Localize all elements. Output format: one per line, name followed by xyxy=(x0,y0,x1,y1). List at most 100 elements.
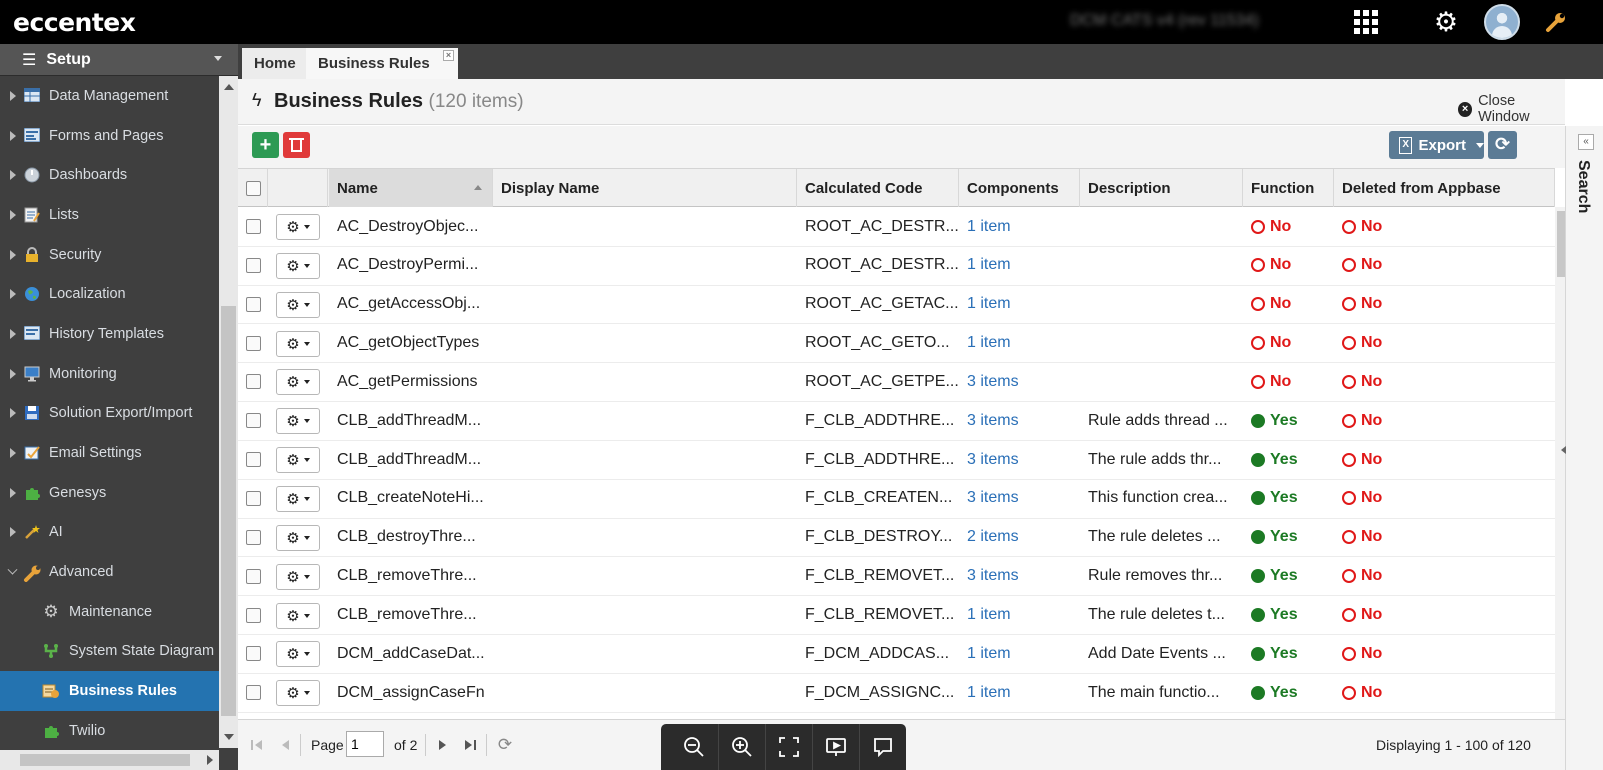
sidebar-item-lists[interactable]: Lists xyxy=(0,195,219,235)
row-checkbox[interactable] xyxy=(246,374,261,390)
cell-components-link[interactable]: 3 items xyxy=(959,401,1080,440)
expand-icon[interactable] xyxy=(10,130,16,141)
scroll-up-icon[interactable] xyxy=(224,84,234,90)
expand-icon[interactable] xyxy=(10,209,16,220)
delete-button[interactable] xyxy=(283,132,310,158)
row-checkbox[interactable] xyxy=(246,296,261,312)
collapse-arrow-icon[interactable] xyxy=(1561,446,1566,454)
row-actions-button[interactable]: ⚙ xyxy=(276,485,320,512)
row-checkbox[interactable] xyxy=(246,257,261,273)
avatar[interactable] xyxy=(1484,4,1520,40)
cell-components-link[interactable]: 1 item xyxy=(959,246,1080,285)
close-icon[interactable]: × xyxy=(443,50,454,61)
table-row[interactable]: ⚙ CLB_removeThre... F_CLB_REMOVET... 1 item… xyxy=(238,596,1555,636)
cell-components-link[interactable]: 3 items xyxy=(959,479,1080,518)
grid-icon[interactable] xyxy=(1352,8,1380,36)
cell-components-link[interactable]: 1 item xyxy=(959,285,1080,324)
sidebar-item-email-settings[interactable]: Email Settings xyxy=(0,433,219,473)
expand-icon[interactable] xyxy=(10,487,16,498)
sidebar-item-forms-and-pages[interactable]: Forms and Pages xyxy=(0,116,219,156)
table-row[interactable]: ⚙ CLB_addThreadM... F_CLB_ADDTHRE... 3 item… xyxy=(238,401,1555,441)
page-number-input[interactable] xyxy=(346,731,384,757)
sidebar-item-advanced[interactable]: Advanced xyxy=(0,552,219,592)
close-window-button[interactable]: × Close Window xyxy=(1458,93,1565,125)
sidebar-header[interactable]: ☰ Setup xyxy=(0,44,238,76)
row-checkbox[interactable] xyxy=(246,568,261,584)
expand-icon[interactable] xyxy=(10,408,16,419)
sidebar-item-dashboards[interactable]: Dashboards xyxy=(0,155,219,195)
row-actions-button[interactable]: ⚙ xyxy=(276,680,320,707)
row-actions-button[interactable]: ⚙ xyxy=(276,563,320,590)
cell-components-link[interactable]: 3 items xyxy=(959,440,1080,479)
zoom-in-icon[interactable] xyxy=(717,724,765,770)
expand-icon[interactable] xyxy=(10,170,16,181)
sidebar-item-twilio[interactable]: Twilio xyxy=(0,711,219,751)
sidebar-item-system-state-diagram[interactable]: System State Diagram xyxy=(0,632,219,672)
cell-components-link[interactable]: 3 items xyxy=(959,557,1080,596)
sidebar-item-security[interactable]: Security xyxy=(0,235,219,275)
sidebar-item-maintenance[interactable]: ⚙ Maintenance xyxy=(0,592,219,632)
row-actions-button[interactable]: ⚙ xyxy=(276,252,320,279)
sidebar-item-localization[interactable]: Localization xyxy=(0,274,219,314)
column-header-description[interactable]: Description xyxy=(1080,169,1243,207)
export-button[interactable]: X Export xyxy=(1389,131,1484,159)
wrench-icon[interactable] xyxy=(1542,8,1570,36)
table-row[interactable]: ⚙ CLB_addThreadM... F_CLB_ADDTHRE... 3 item… xyxy=(238,440,1555,480)
sidebar-item-solution-export-import[interactable]: Solution Export/Import xyxy=(0,394,219,434)
next-page-icon[interactable] xyxy=(434,736,452,754)
row-checkbox[interactable] xyxy=(246,452,261,468)
fullscreen-icon[interactable] xyxy=(764,724,812,770)
expand-icon[interactable] xyxy=(10,368,16,379)
expand-icon[interactable] xyxy=(10,328,16,339)
row-checkbox[interactable] xyxy=(246,529,261,545)
column-header-deleted-from-appbase[interactable]: Deleted from Appbase xyxy=(1334,169,1555,207)
column-header-name[interactable]: Name xyxy=(329,169,493,207)
row-actions-button[interactable]: ⚙ xyxy=(276,524,320,551)
column-header-components[interactable]: Components xyxy=(959,169,1080,207)
row-checkbox[interactable] xyxy=(246,413,261,429)
row-actions-button[interactable]: ⚙ xyxy=(276,330,320,357)
scroll-right-icon[interactable] xyxy=(207,755,213,765)
tab-business-rules[interactable]: Business Rules × xyxy=(306,48,458,79)
gear-icon[interactable]: ⚙ xyxy=(1432,7,1460,37)
first-page-icon[interactable] xyxy=(248,736,266,754)
row-actions-button[interactable]: ⚙ xyxy=(276,641,320,668)
table-row[interactable]: ⚙ AC_DestroyObjec... ROOT_AC_DESTR... 1 ite… xyxy=(238,207,1555,247)
expand-left-icon[interactable]: « xyxy=(1578,134,1594,150)
row-checkbox[interactable] xyxy=(246,335,261,351)
cell-components-link[interactable]: 1 item xyxy=(959,596,1080,635)
table-row[interactable]: ⚙ CLB_createNoteHi... F_CLB_CREATEN... 3 it… xyxy=(238,479,1555,519)
cell-components-link[interactable]: 1 item xyxy=(959,634,1080,673)
row-actions-button[interactable]: ⚙ xyxy=(276,369,320,396)
table-row[interactable] xyxy=(238,712,1555,719)
expand-icon[interactable] xyxy=(10,90,16,101)
row-actions-button[interactable]: ⚙ xyxy=(276,214,320,240)
row-checkbox[interactable] xyxy=(246,219,261,234)
row-actions-button[interactable]: ⚙ xyxy=(276,291,320,318)
cell-components-link[interactable]: 3 items xyxy=(959,362,1080,401)
expand-icon[interactable] xyxy=(10,289,16,300)
refresh-icon[interactable]: ⟳ xyxy=(496,735,514,754)
row-checkbox[interactable] xyxy=(246,685,261,701)
column-header-display-name[interactable]: Display Name xyxy=(493,169,797,207)
scroll-thumb[interactable] xyxy=(221,306,236,716)
column-header-calculated-code[interactable]: Calculated Code xyxy=(797,169,959,207)
present-icon[interactable] xyxy=(811,724,859,770)
table-row[interactable]: ⚙ AC_getAccessObj... ROOT_AC_GETAC... 1 ite… xyxy=(238,285,1555,325)
table-row[interactable]: ⚙ AC_DestroyPermi... ROOT_AC_DESTR... 1 ite… xyxy=(238,246,1555,286)
cell-components-link[interactable]: 1 item xyxy=(959,324,1080,363)
tab-home[interactable]: Home xyxy=(242,48,306,79)
table-row[interactable]: ⚙ CLB_removeThre... F_CLB_REMOVET... 3 item… xyxy=(238,557,1555,597)
expand-icon[interactable] xyxy=(10,448,16,459)
sidebar-item-data-management[interactable]: Data Management xyxy=(0,76,219,116)
select-all-checkbox[interactable] xyxy=(246,180,261,196)
sidebar-item-ai[interactable]: AI xyxy=(0,513,219,553)
row-checkbox[interactable] xyxy=(246,646,261,662)
table-row[interactable]: ⚙ DCM_assignCaseFn F_DCM_ASSIGNC... 1 item T… xyxy=(238,673,1555,713)
sidebar-item-history-templates[interactable]: History Templates xyxy=(0,314,219,354)
app-logo[interactable]: eccentex xyxy=(13,8,136,37)
expand-icon[interactable] xyxy=(10,527,16,538)
table-row[interactable]: ⚙ AC_getPermissions ROOT_AC_GETPE... 3 item… xyxy=(238,362,1555,403)
scroll-thumb[interactable] xyxy=(20,754,190,766)
search-panel-collapsed[interactable]: « Search xyxy=(1561,126,1603,770)
